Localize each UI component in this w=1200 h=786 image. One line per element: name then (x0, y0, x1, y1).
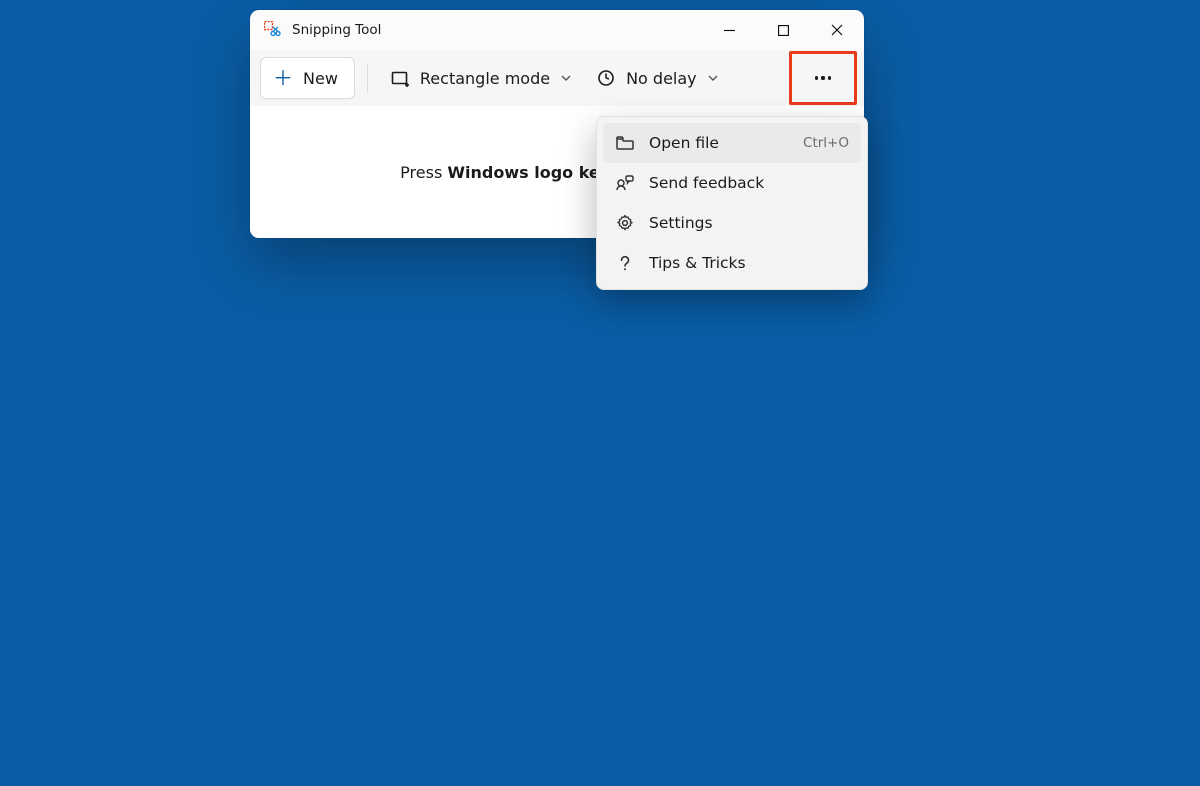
titlebar[interactable]: Snipping Tool (250, 10, 864, 50)
hint-prefix: Press (400, 163, 447, 182)
mode-label: Rectangle mode (420, 69, 550, 88)
more-icon (821, 76, 824, 79)
settings-icon (615, 213, 635, 233)
separator (367, 64, 368, 92)
maximize-icon (778, 25, 789, 36)
window-controls (702, 10, 864, 50)
toolbar: ＋ New Rectangle mode (250, 50, 864, 106)
plus-icon: ＋ (273, 68, 293, 88)
menu-item-open-file[interactable]: Open file Ctrl+O (603, 123, 861, 163)
app-title: Snipping Tool (292, 22, 702, 38)
close-button[interactable] (810, 10, 864, 50)
close-icon (831, 24, 843, 36)
rectangle-icon (390, 68, 410, 88)
folder-open-icon (615, 133, 635, 153)
delay-dropdown[interactable]: No delay (586, 58, 729, 98)
clock-icon (596, 68, 616, 88)
chevron-down-icon (707, 72, 719, 84)
menu-item-settings[interactable]: Settings (603, 203, 861, 243)
app-icon (264, 21, 282, 39)
more-icon (828, 76, 831, 79)
more-icon (815, 76, 818, 79)
help-icon (615, 253, 635, 273)
more-button-highlight (789, 51, 857, 105)
menu-item-label: Send feedback (649, 174, 849, 192)
menu-item-label: Open file (649, 134, 789, 152)
maximize-button[interactable] (756, 10, 810, 50)
menu-item-label: Tips & Tricks (649, 254, 849, 272)
minimize-button[interactable] (702, 10, 756, 50)
new-button[interactable]: ＋ New (260, 57, 355, 99)
mode-dropdown[interactable]: Rectangle mode (380, 58, 582, 98)
menu-item-label: Settings (649, 214, 849, 232)
new-button-label: New (303, 69, 338, 88)
chevron-down-icon (560, 72, 572, 84)
menu-item-shortcut: Ctrl+O (803, 135, 849, 151)
more-menu: Open file Ctrl+O Send feedback Settings (596, 116, 868, 290)
more-button[interactable] (815, 76, 831, 79)
feedback-icon (615, 173, 635, 193)
menu-item-tips-tricks[interactable]: Tips & Tricks (603, 243, 861, 283)
delay-label: No delay (626, 69, 697, 88)
minimize-icon (724, 25, 735, 36)
menu-item-send-feedback[interactable]: Send feedback (603, 163, 861, 203)
